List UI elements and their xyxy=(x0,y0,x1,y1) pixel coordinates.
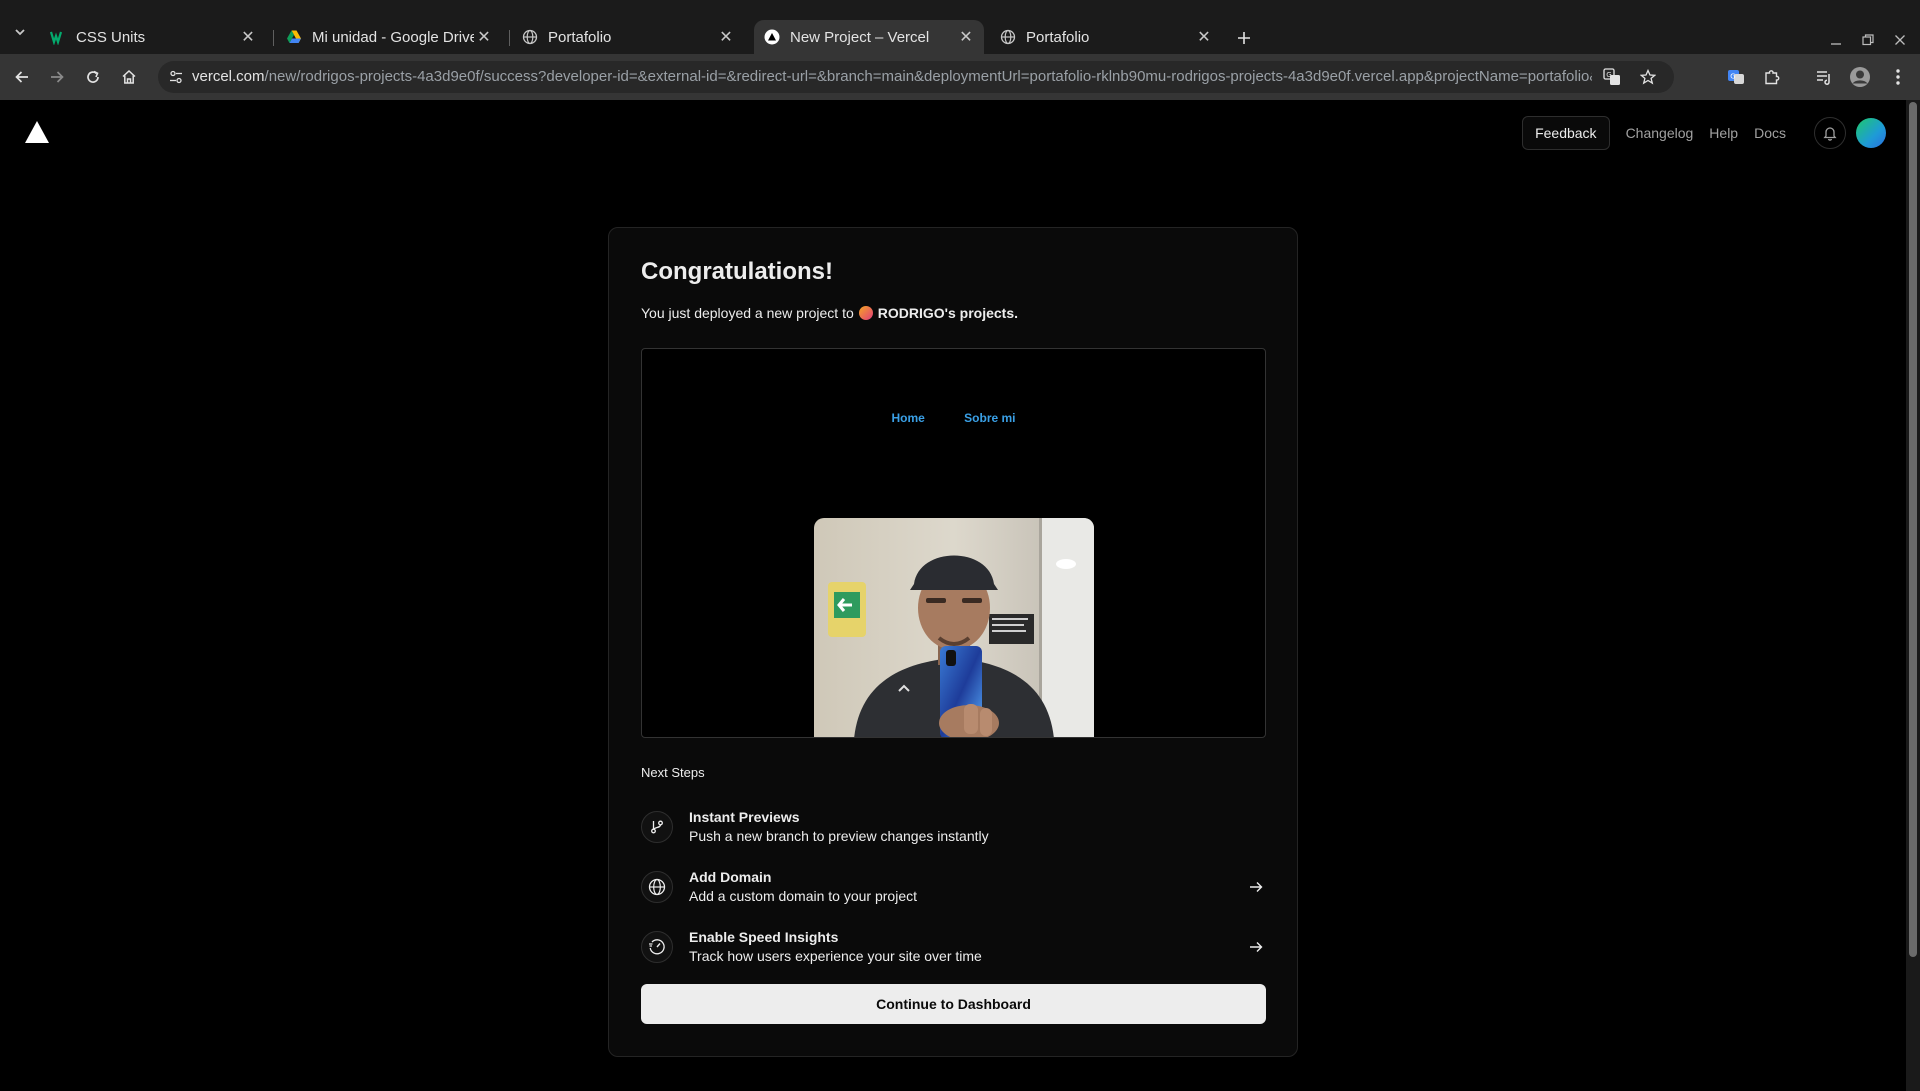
close-icon[interactable]: ✕ xyxy=(238,27,258,47)
tab-separator xyxy=(273,30,274,46)
continue-to-dashboard-button[interactable]: Continue to Dashboard xyxy=(641,984,1266,1024)
preview-nav: Home Sobre mi xyxy=(642,411,1265,425)
svg-text:G: G xyxy=(1730,73,1735,81)
site-info-icon[interactable] xyxy=(166,67,186,87)
tab-new-project-vercel[interactable]: New Project – Vercel ✕ xyxy=(754,20,984,54)
scrollbar-thumb[interactable] xyxy=(1909,102,1917,957)
tab-portafolio-2[interactable]: Portafolio ✕ xyxy=(990,20,1222,54)
tab-bar: CSS Units ✕ Mi unidad - Google Drive ✕ P… xyxy=(0,12,1920,54)
w3schools-icon xyxy=(50,29,66,45)
top-header-actions: Feedback Changelog Help Docs xyxy=(1522,116,1886,150)
url-text[interactable]: vercel.com/new/rodrigos-projects-4a3d9e0… xyxy=(192,68,1592,85)
team-avatar xyxy=(858,306,873,320)
step-description: Track how users experience your site ove… xyxy=(689,948,982,964)
deploy-subtitle: You just deployed a new project to RODRI… xyxy=(641,305,1018,321)
git-branch-icon xyxy=(641,811,673,843)
close-window-button[interactable] xyxy=(1890,30,1910,50)
globe-icon xyxy=(1000,29,1016,45)
docs-link[interactable]: Docs xyxy=(1754,125,1786,141)
vercel-icon xyxy=(764,29,780,45)
subtitle-text: You just deployed a new project to xyxy=(641,305,854,321)
extensions-puzzle-icon[interactable] xyxy=(1760,65,1784,89)
team-name: RODRIGO's projects. xyxy=(877,305,1018,321)
translate-icon[interactable]: G xyxy=(1602,67,1622,87)
bell-icon xyxy=(1823,127,1837,141)
page-content: Feedback Changelog Help Docs Congratulat… xyxy=(0,100,1906,1091)
deploy-success-card: Congratulations! You just deployed a new… xyxy=(608,227,1298,1057)
tab-title: New Project – Vercel xyxy=(790,28,930,46)
svg-text:G: G xyxy=(1606,71,1611,79)
step-description: Push a new branch to preview changes ins… xyxy=(689,828,989,844)
page-scrollbar[interactable] xyxy=(1906,100,1920,1091)
url-path: /new/rodrigos-projects-4a3d9e0f/success?… xyxy=(264,68,1592,85)
step-description: Add a custom domain to your project xyxy=(689,888,918,904)
step-add-domain[interactable]: Add Domain Add a custom domain to your p… xyxy=(641,865,1266,909)
chevron-down-icon xyxy=(15,29,25,36)
window-top-strip xyxy=(0,0,1920,12)
close-icon[interactable]: ✕ xyxy=(956,27,976,47)
deployment-preview[interactable]: Home Sobre mi xyxy=(641,348,1266,738)
tab-title: Portafolio xyxy=(1026,28,1090,46)
step-text: Enable Speed Insights Track how users ex… xyxy=(689,928,1246,966)
tab-css-units[interactable]: CSS Units ✕ xyxy=(40,20,266,54)
close-icon[interactable]: ✕ xyxy=(716,27,736,47)
step-title: Add Domain xyxy=(689,869,772,885)
page-title: Congratulations! xyxy=(641,258,833,285)
profile-avatar-icon[interactable] xyxy=(1848,65,1872,89)
step-title: Instant Previews xyxy=(689,809,800,825)
arrow-right-icon xyxy=(1246,937,1266,957)
tab-title: CSS Units xyxy=(76,28,146,46)
bookmark-star-icon[interactable] xyxy=(1638,67,1658,87)
browser-toolbar: vercel.com/new/rodrigos-projects-4a3d9e0… xyxy=(0,54,1920,100)
step-instant-previews[interactable]: Instant Previews Push a new branch to pr… xyxy=(641,805,1266,849)
step-text: Instant Previews Push a new branch to pr… xyxy=(689,808,1266,846)
changelog-link[interactable]: Changelog xyxy=(1626,125,1694,141)
tab-google-drive[interactable]: Mi unidad - Google Drive ✕ xyxy=(276,20,502,54)
media-controls-icon[interactable] xyxy=(1812,65,1836,89)
arrow-left-icon xyxy=(15,71,28,83)
new-tab-button[interactable] xyxy=(1232,26,1256,50)
home-button[interactable] xyxy=(117,65,141,89)
speed-gauge-icon xyxy=(641,931,673,963)
close-icon[interactable]: ✕ xyxy=(1194,27,1214,47)
close-icon[interactable]: ✕ xyxy=(474,27,494,47)
back-button[interactable] xyxy=(10,65,34,89)
preview-nav-home: Home xyxy=(891,411,925,425)
tab-title: Mi unidad - Google Drive xyxy=(312,28,474,46)
feedback-button[interactable]: Feedback xyxy=(1522,116,1610,150)
google-translate-extension-icon[interactable]: G xyxy=(1724,65,1748,89)
step-title: Enable Speed Insights xyxy=(689,929,839,945)
profile-photo-image xyxy=(814,518,1094,737)
google-drive-icon xyxy=(286,29,302,45)
arrow-right-icon xyxy=(51,71,64,83)
tab-search-button[interactable] xyxy=(8,20,32,44)
globe-icon xyxy=(522,29,538,45)
step-text: Add Domain Add a custom domain to your p… xyxy=(689,868,1246,906)
reload-button[interactable] xyxy=(81,65,105,89)
vercel-logo-icon[interactable] xyxy=(24,120,50,144)
step-enable-speed-insights[interactable]: Enable Speed Insights Track how users ex… xyxy=(641,925,1266,969)
globe-icon xyxy=(641,871,673,903)
next-steps-title: Next Steps xyxy=(641,765,705,780)
tab-portafolio-1[interactable]: Portafolio ✕ xyxy=(512,20,744,54)
restore-icon xyxy=(1862,34,1874,46)
tab-title: Portafolio xyxy=(548,28,612,46)
address-bar[interactable]: vercel.com/new/rodrigos-projects-4a3d9e0… xyxy=(158,61,1674,93)
tab-separator xyxy=(509,30,510,46)
restore-button[interactable] xyxy=(1858,30,1878,50)
close-icon xyxy=(1895,35,1905,45)
minimize-button[interactable] xyxy=(1826,30,1846,50)
notifications-button[interactable] xyxy=(1814,117,1846,149)
arrow-right-icon xyxy=(1246,877,1266,897)
user-avatar[interactable] xyxy=(1856,118,1886,148)
home-icon xyxy=(122,69,136,84)
url-host: vercel.com xyxy=(192,68,265,85)
plus-icon xyxy=(1238,32,1250,44)
reload-icon xyxy=(87,70,99,83)
preview-nav-sobre-mi: Sobre mi xyxy=(964,411,1016,425)
minimize-icon xyxy=(1831,43,1841,45)
forward-button[interactable] xyxy=(45,65,69,89)
help-link[interactable]: Help xyxy=(1709,125,1738,141)
more-menu-icon[interactable] xyxy=(1886,65,1910,89)
